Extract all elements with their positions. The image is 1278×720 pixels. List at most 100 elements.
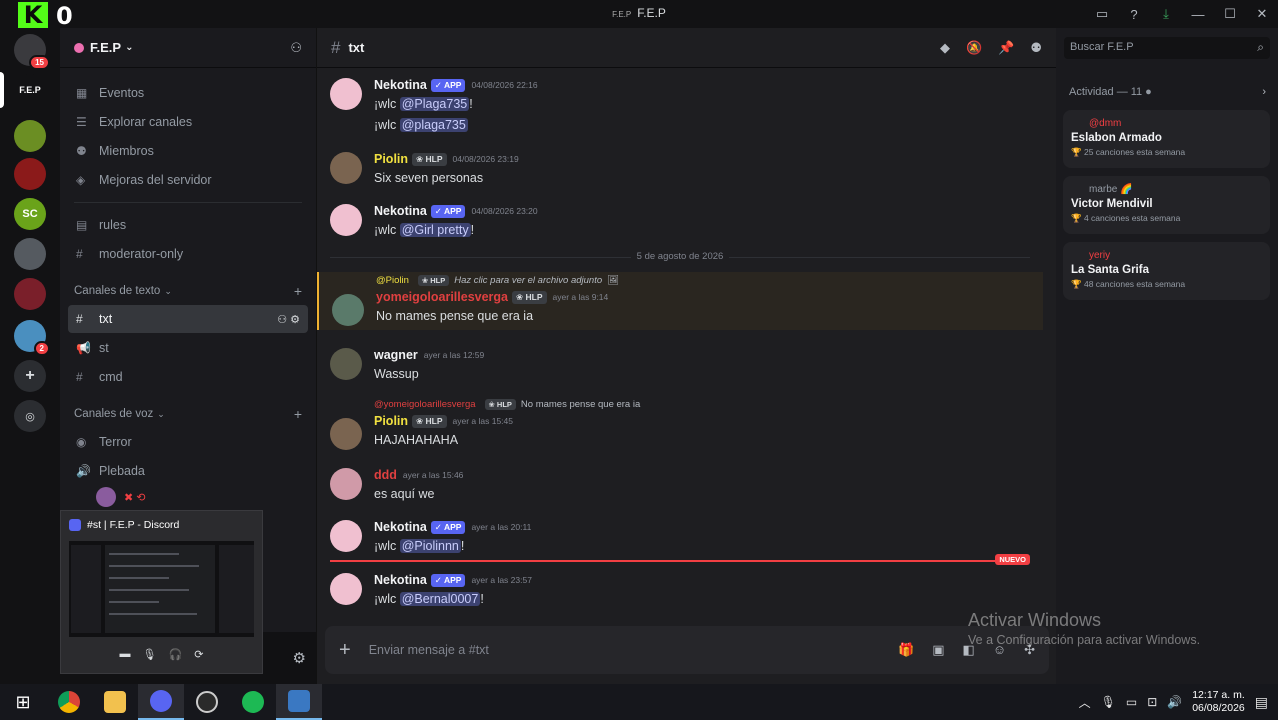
- refresh-icon[interactable]: ⟳: [194, 648, 203, 661]
- threads-icon[interactable]: ◆: [940, 40, 950, 56]
- mute-icon[interactable]: 🔕: [966, 40, 982, 56]
- start-button[interactable]: ⊞: [0, 684, 46, 720]
- user-mention[interactable]: @Bernal0007: [399, 592, 481, 606]
- create-channel-icon[interactable]: +: [294, 283, 302, 299]
- nav-server-boost[interactable]: ◈ Mejoras del servidor: [68, 166, 308, 194]
- server-icon[interactable]: [14, 158, 46, 190]
- chevron-right-icon[interactable]: ›: [1262, 86, 1266, 98]
- reply-preview[interactable]: @Piolin ❀ HLP Haz clic para ver el archivo…: [376, 272, 1043, 288]
- nav-members[interactable]: ⚉ Miembros: [68, 137, 308, 165]
- minimize-button[interactable]: —: [1182, 7, 1214, 22]
- channel-txt[interactable]: # txt ⚇ ⚙: [68, 305, 308, 333]
- channel-settings-icon[interactable]: ⚇ ⚙: [277, 313, 300, 326]
- user-mention[interactable]: @Plaga735: [399, 97, 470, 111]
- taskbar-app[interactable]: [230, 684, 276, 720]
- activity-card[interactable]: yeriy La Santa Grifa 🏆 48 canciones esta…: [1063, 242, 1270, 300]
- voice-channel-terror[interactable]: ◉ Terror: [68, 428, 308, 456]
- server-icon[interactable]: [14, 278, 46, 310]
- server-icon[interactable]: 2: [14, 320, 50, 356]
- avatar[interactable]: [330, 78, 362, 110]
- create-channel-icon[interactable]: +: [294, 406, 302, 422]
- voice-user[interactable]: ✖ ⟲: [96, 487, 316, 507]
- avatar[interactable]: [330, 573, 362, 605]
- user-mention[interactable]: @Girl pretty: [399, 223, 471, 237]
- author-name[interactable]: wagner: [374, 348, 418, 362]
- message-input[interactable]: Enviar mensaje a #txt: [369, 643, 489, 657]
- help-icon[interactable]: ?: [1118, 7, 1150, 22]
- gift-icon[interactable]: 🎁: [898, 642, 914, 658]
- avatar[interactable]: [332, 294, 364, 326]
- invite-icon[interactable]: ⚇: [290, 40, 302, 56]
- members-icon[interactable]: ⚉: [1030, 40, 1042, 56]
- channel-moderator-only[interactable]: # moderator-only: [68, 240, 308, 268]
- activity-card[interactable]: @dmm Eslabon Armado 🏆 25 canciones esta …: [1063, 110, 1270, 168]
- nav-events[interactable]: ▦ Eventos: [68, 79, 308, 107]
- taskbar-app[interactable]: [46, 684, 92, 720]
- server-icon-sc[interactable]: SC: [14, 198, 46, 230]
- taskbar-window-preview[interactable]: #st | F.E.P - Discord ▬ 🎙 🎧 ⟳: [60, 510, 263, 674]
- author-name[interactable]: Piolin: [374, 414, 408, 428]
- channel-rules[interactable]: ▤ rules: [68, 211, 308, 239]
- category-text-channels[interactable]: Canales de texto ⌄ +: [60, 278, 316, 304]
- pin-icon[interactable]: 📌: [998, 40, 1014, 56]
- clock[interactable]: 12:17 a. m. 06/08/2026: [1192, 689, 1245, 715]
- channel-cmd[interactable]: # cmd: [68, 363, 308, 391]
- network-icon[interactable]: ⊡: [1147, 695, 1157, 709]
- author-name[interactable]: Nekotina: [374, 573, 427, 587]
- voice-channel-plebada[interactable]: 🔊 Plebada: [68, 457, 308, 485]
- download-icon[interactable]: ⤓: [1150, 6, 1182, 22]
- author-name[interactable]: Nekotina: [374, 78, 427, 92]
- category-voice-channels[interactable]: Canales de voz ⌄ +: [60, 401, 316, 427]
- server-icon-fep[interactable]: F.E.P: [14, 74, 46, 106]
- avatar[interactable]: [330, 418, 362, 450]
- activity-card[interactable]: marbe 🌈 Victor Mendivil 🏆 4 canciones es…: [1063, 176, 1270, 234]
- gear-icon[interactable]: ⚙: [293, 649, 306, 667]
- author-name[interactable]: Nekotina: [374, 204, 427, 218]
- activity-sub: 4 canciones esta semana: [1083, 213, 1181, 223]
- taskbar-app[interactable]: [276, 684, 322, 720]
- microphone-icon[interactable]: 🎙: [1101, 695, 1116, 709]
- timestamp: ayer a las 20:11: [471, 522, 532, 532]
- discover-icon[interactable]: ◎: [14, 400, 46, 432]
- channel-st[interactable]: 📢 st: [68, 334, 308, 362]
- nav-browse-channels[interactable]: ☰ Explorar canales: [68, 108, 308, 136]
- taskbar-app-discord[interactable]: [138, 684, 184, 720]
- author-name[interactable]: yomeigoloarillesverga: [376, 290, 508, 304]
- close-button[interactable]: ✕: [1246, 6, 1278, 22]
- headphones-icon[interactable]: 🎧: [169, 648, 183, 661]
- list-icon: ☰: [76, 115, 87, 129]
- notification-icon[interactable]: ▤: [1255, 694, 1268, 711]
- avatar[interactable]: [330, 468, 362, 500]
- inbox-icon[interactable]: ▭: [1086, 6, 1118, 22]
- new-badge: NUEVO: [995, 554, 1030, 565]
- server-header[interactable]: F.E.P ⌄ ⚇: [60, 28, 316, 68]
- direct-messages-icon[interactable]: 15: [14, 34, 50, 70]
- battery-icon[interactable]: ▭: [1126, 695, 1137, 709]
- avatar[interactable]: [330, 152, 362, 184]
- avatar[interactable]: [330, 204, 362, 236]
- maximize-button[interactable]: ☐: [1214, 6, 1246, 22]
- taskbar-app[interactable]: [92, 684, 138, 720]
- app-tag: ✓ APP: [430, 78, 466, 92]
- add-attachment-icon[interactable]: +: [339, 639, 351, 662]
- camera-icon[interactable]: ▬: [120, 648, 131, 660]
- server-icon[interactable]: [14, 120, 46, 152]
- taskbar-app[interactable]: [184, 684, 230, 720]
- add-server-icon[interactable]: +: [14, 360, 46, 392]
- avatar[interactable]: [330, 520, 362, 552]
- search-input[interactable]: Buscar F.E.P ⌕: [1064, 37, 1270, 59]
- user-mention[interactable]: @Piolinnn: [399, 539, 461, 553]
- chevron-up-icon[interactable]: ︿: [1079, 694, 1091, 711]
- volume-icon[interactable]: 🔊: [1167, 695, 1182, 709]
- boost-icon: ◈: [76, 173, 86, 187]
- gif-icon[interactable]: ▣: [932, 642, 944, 658]
- microphone-icon[interactable]: 🎙: [143, 648, 157, 661]
- user-mention[interactable]: @plaga735: [399, 118, 468, 132]
- reply-preview[interactable]: @yomeigoloarillesverga ❀ HLP No mames pens…: [374, 396, 1043, 412]
- author-name[interactable]: Piolin: [374, 152, 408, 166]
- server-icon[interactable]: [14, 238, 46, 270]
- message-composer[interactable]: + Enviar mensaje a #txt 🎁 ▣ ◧ ☺ ✣: [325, 626, 1049, 674]
- author-name[interactable]: Nekotina: [374, 520, 427, 534]
- avatar[interactable]: [330, 348, 362, 380]
- author-name[interactable]: ddd: [374, 468, 397, 482]
